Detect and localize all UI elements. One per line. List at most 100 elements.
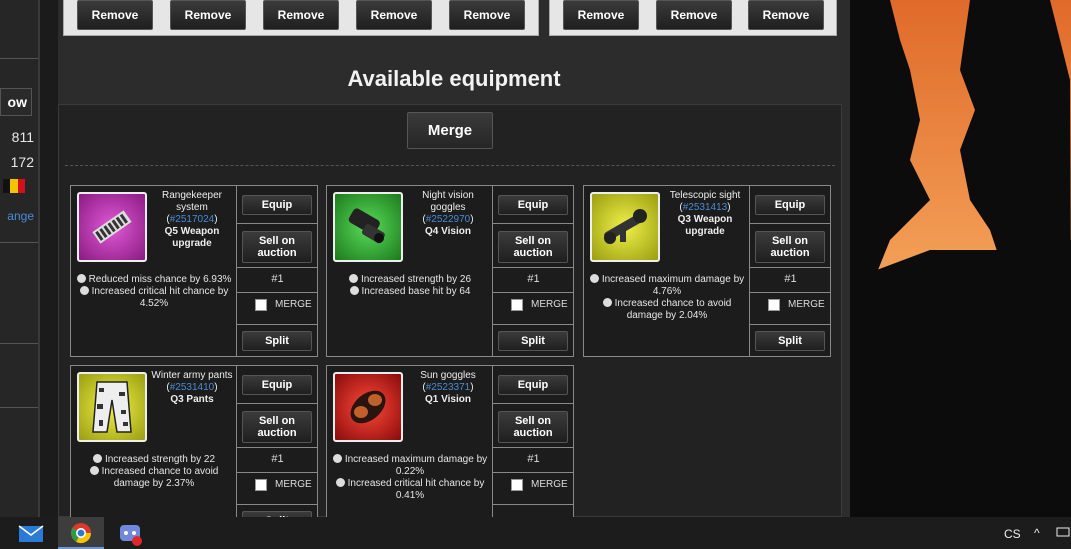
item-actions: Equip Sell on auction #1 MERGE Split bbox=[492, 186, 574, 356]
stat-line: Increased strength by 26 bbox=[360, 274, 472, 285]
item-quality: Q1 Vision bbox=[425, 394, 471, 405]
item-id-link[interactable]: #2517024 bbox=[170, 214, 215, 225]
remove-button[interactable]: Remove bbox=[170, 0, 246, 30]
stat-line: Reduced miss chance by 6.93% bbox=[88, 274, 232, 285]
flag-icon bbox=[3, 179, 25, 193]
item-card: Telescopic sight (#2531413) Q3 Weapon up… bbox=[583, 185, 831, 357]
stat-line: Increased critical hit chance by 0.41% bbox=[347, 478, 485, 501]
item-title: Sun goggles (#2523371) Q1 Vision bbox=[405, 370, 491, 406]
item-name: Telescopic sight bbox=[669, 190, 741, 201]
left-partial-button[interactable]: ow bbox=[0, 88, 32, 116]
left-stat-2: 172 bbox=[10, 154, 34, 170]
split-button[interactable]: Split bbox=[498, 331, 568, 351]
equip-button[interactable]: Equip bbox=[242, 375, 312, 395]
item-rank: #1 bbox=[784, 273, 797, 285]
chevron-up-icon[interactable]: ^ bbox=[1034, 526, 1040, 540]
item-rank: #1 bbox=[271, 453, 284, 465]
equip-button[interactable]: Equip bbox=[498, 195, 568, 215]
item-name: Sun goggles bbox=[420, 370, 476, 381]
item-rank: #1 bbox=[527, 273, 540, 285]
equip-button[interactable]: Equip bbox=[242, 195, 312, 215]
merge-label: MERGE bbox=[275, 299, 312, 310]
mail-icon[interactable] bbox=[9, 517, 55, 549]
divider bbox=[0, 343, 38, 344]
item-title: Rangekeeper system (#2517024) Q5 Weapon … bbox=[149, 190, 235, 250]
sell-on-auction-button[interactable]: Sell on auction bbox=[242, 411, 312, 443]
sell-on-auction-button[interactable]: Sell on auction bbox=[498, 231, 568, 263]
shield-icon bbox=[89, 466, 99, 475]
item-name: Winter army pants bbox=[151, 370, 233, 381]
item-quality: Q3 Weapon upgrade bbox=[677, 214, 733, 237]
sell-on-auction-button[interactable]: Sell on auction bbox=[498, 411, 568, 443]
item-id-link[interactable]: #2523371 bbox=[426, 382, 471, 393]
chip-icon bbox=[77, 192, 147, 262]
merge-button[interactable]: Merge bbox=[407, 112, 493, 149]
item-stats: Increased strength by 26 Increased base … bbox=[329, 274, 491, 298]
left-stat-1: 811 bbox=[11, 129, 34, 145]
remove-button[interactable]: Remove bbox=[449, 0, 525, 30]
equipment-area: Merge Rangekeeper system (#2517024) Q5 W… bbox=[58, 104, 842, 531]
item-card: Sun goggles (#2523371) Q1 Vision Increas… bbox=[326, 365, 574, 525]
slots-panel-2: Remove Remove Remove bbox=[549, 0, 837, 36]
split-button[interactable]: Split bbox=[242, 331, 312, 351]
fist-icon bbox=[348, 274, 358, 283]
stat-line: Increased maximum damage by 0.22% bbox=[344, 454, 488, 477]
stat-line: Increased critical hit chance by 4.52% bbox=[91, 286, 229, 309]
damage-icon bbox=[589, 274, 599, 283]
remove-button[interactable]: Remove bbox=[263, 0, 339, 30]
stat-line: Increased chance to avoid damage by 2.04… bbox=[614, 298, 732, 321]
divider bbox=[0, 58, 38, 59]
item-stats: Increased strength by 22 Increased chanc… bbox=[73, 454, 235, 490]
remove-button[interactable]: Remove bbox=[748, 0, 824, 30]
divider bbox=[0, 407, 38, 408]
language-indicator[interactable]: CS bbox=[1004, 527, 1021, 541]
damage-icon bbox=[332, 454, 342, 463]
merge-label: MERGE bbox=[531, 479, 568, 490]
merge-label: MERGE bbox=[788, 299, 825, 310]
item-card: Winter army pants (#2531410) Q3 Pants In… bbox=[70, 365, 318, 531]
item-actions: Equip Sell on auction #1 MERGE Split bbox=[749, 186, 831, 356]
merge-label: MERGE bbox=[531, 299, 568, 310]
silhouette-art-icon bbox=[850, 0, 1071, 517]
goggles-icon bbox=[333, 192, 403, 262]
screen: { "left": { "btn_text": "ow", "num1": "8… bbox=[0, 0, 1071, 549]
network-icon[interactable] bbox=[1056, 527, 1070, 539]
split-button[interactable]: Split bbox=[755, 331, 825, 351]
item-stats: Increased maximum damage by 4.76% Increa… bbox=[586, 274, 748, 322]
item-stats: Reduced miss chance by 6.93% Increased c… bbox=[73, 274, 235, 310]
remove-button[interactable]: Remove bbox=[656, 0, 732, 30]
sell-on-auction-button[interactable]: Sell on auction bbox=[242, 231, 312, 263]
item-id-link[interactable]: #2531413 bbox=[683, 202, 728, 213]
remove-button[interactable]: Remove bbox=[356, 0, 432, 30]
stat-line: Increased maximum damage by 4.76% bbox=[601, 274, 745, 297]
merge-checkbox[interactable] bbox=[768, 299, 780, 311]
item-name: Rangekeeper system bbox=[161, 190, 223, 213]
merge-checkbox[interactable] bbox=[511, 479, 523, 491]
item-quality: Q5 Weapon upgrade bbox=[164, 226, 220, 249]
left-link[interactable]: ange bbox=[0, 209, 38, 223]
remove-button[interactable]: Remove bbox=[77, 0, 153, 30]
equip-button[interactable]: Equip bbox=[755, 195, 825, 215]
item-stats: Increased maximum damage by 0.22% Increa… bbox=[329, 454, 491, 502]
chrome-icon[interactable] bbox=[58, 517, 104, 549]
taskbar: CS ^ bbox=[0, 517, 1071, 549]
sun-goggles-icon bbox=[333, 372, 403, 442]
merge-checkbox[interactable] bbox=[255, 479, 267, 491]
item-card: Night vision goggles (#2522970) Q4 Visio… bbox=[326, 185, 574, 357]
item-quality: Q4 Vision bbox=[425, 226, 471, 237]
pants-icon bbox=[77, 372, 147, 442]
crosshair-icon bbox=[76, 274, 86, 283]
equip-button[interactable]: Equip bbox=[498, 375, 568, 395]
remove-button[interactable]: Remove bbox=[563, 0, 639, 30]
item-title: Winter army pants (#2531410) Q3 Pants bbox=[149, 370, 235, 406]
item-rank: #1 bbox=[527, 453, 540, 465]
item-id-link[interactable]: #2531410 bbox=[170, 382, 215, 393]
item-id-link[interactable]: #2522970 bbox=[426, 214, 471, 225]
merge-checkbox[interactable] bbox=[255, 299, 267, 311]
discord-icon[interactable] bbox=[108, 517, 154, 549]
merge-checkbox[interactable] bbox=[511, 299, 523, 311]
scope-icon bbox=[590, 192, 660, 262]
item-title: Night vision goggles (#2522970) Q4 Visio… bbox=[405, 190, 491, 238]
sell-on-auction-button[interactable]: Sell on auction bbox=[755, 231, 825, 263]
stat-line: Increased base hit by 64 bbox=[361, 286, 471, 297]
